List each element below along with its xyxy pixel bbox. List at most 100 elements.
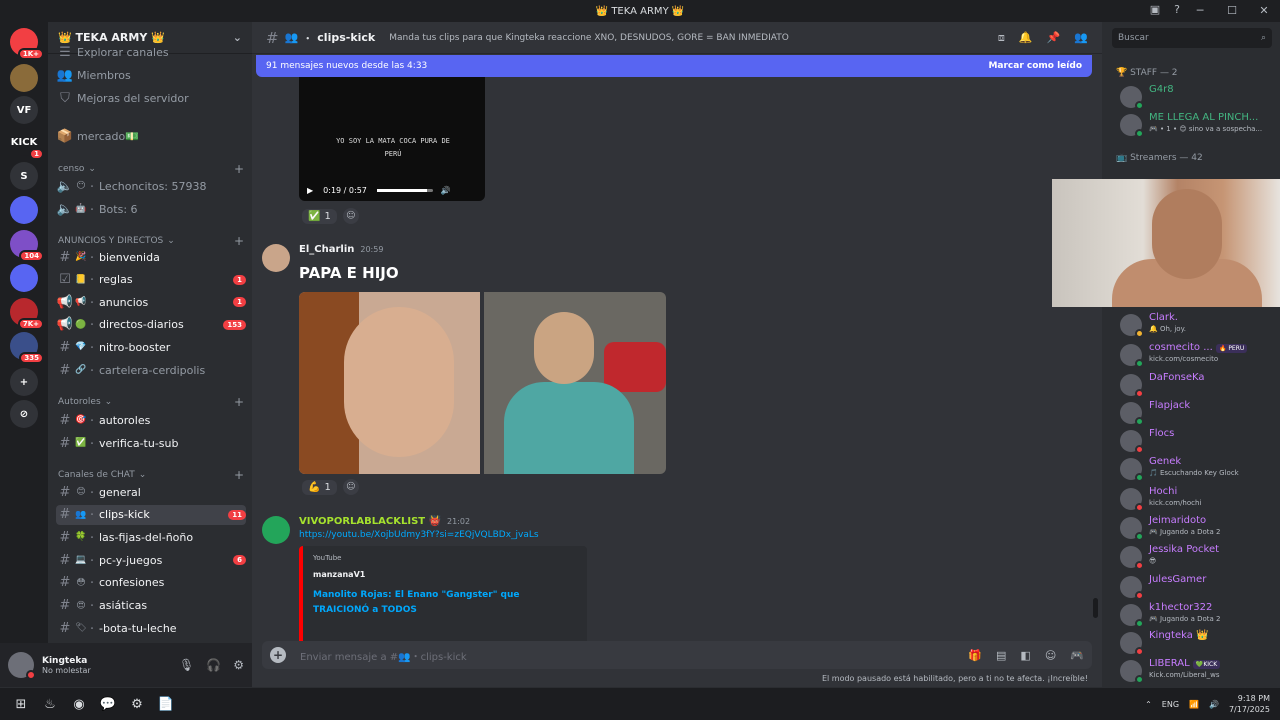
taskbar-app-icon[interactable]: ◉: [68, 693, 90, 715]
member-item[interactable]: DaFonseKa: [1120, 372, 1278, 400]
gear-icon[interactable]: ⚙: [233, 658, 244, 672]
add-channel-icon[interactable]: +: [234, 162, 244, 176]
member-item[interactable]: Hochi kick.com/hochi: [1120, 486, 1278, 514]
channel-item-verifica-tu-sub[interactable]: # ✅ ・ verifica-tu-sub: [56, 433, 246, 453]
category-header[interactable]: censo ⌄ +: [58, 162, 244, 176]
member-item[interactable]: Genek 🎵 Escuchando Key Glock: [1120, 456, 1278, 484]
taskbar-app-icon[interactable]: ♨: [39, 693, 61, 715]
close-button[interactable]: ✕: [1248, 0, 1280, 22]
add-reaction-icon[interactable]: ☺: [342, 479, 359, 495]
chevron-up-icon[interactable]: ⌃: [1145, 700, 1152, 709]
channel-item-bots-6[interactable]: 🔈 🤖 ・ Bots: 6: [56, 199, 246, 219]
member-item[interactable]: Jeimaridoto 🎮 Jugando a Dota 2: [1120, 515, 1278, 543]
message-author[interactable]: VIVOPORLABLACKLIST 👹 21:02: [299, 516, 470, 527]
gamepad-icon[interactable]: 🎮: [1070, 649, 1084, 662]
language-indicator[interactable]: ENG: [1162, 700, 1179, 709]
headphones-icon[interactable]: 🎧: [206, 658, 221, 672]
wifi-icon[interactable]: 📶: [1189, 700, 1199, 709]
server-icon[interactable]: 1K+: [10, 28, 44, 60]
server-icon[interactable]: [10, 64, 38, 92]
gift-icon[interactable]: 🎁: [968, 649, 982, 662]
member-item[interactable]: Kingteka 👑: [1120, 630, 1278, 658]
members-icon[interactable]: 👥: [1074, 31, 1088, 45]
channel-item-directos-diarios[interactable]: 📢 🟢 ・ directos-diarios 153: [56, 315, 246, 335]
channel-item-reglas[interactable]: ☑ 📒 ・ reglas 1: [56, 270, 246, 290]
add-channel-icon[interactable]: +: [234, 468, 244, 482]
mark-as-read-button[interactable]: Marcar como leído: [988, 61, 1082, 71]
channel-item-mejoras-del-servidor[interactable]: ⛉ Mejoras del servidor: [56, 88, 246, 108]
volume-icon[interactable]: 🔊: [441, 186, 451, 195]
taskbar-app-icon[interactable]: ⚙: [126, 693, 148, 715]
member-item[interactable]: Jessika Pocket 😎: [1120, 544, 1278, 572]
taskbar-app-icon[interactable]: 💬: [97, 693, 119, 715]
server-icon[interactable]: 335: [10, 332, 44, 364]
message-author[interactable]: El_Charlin 20:59: [299, 244, 383, 255]
avatar[interactable]: [262, 244, 290, 272]
server-icon[interactable]: KICK 1: [10, 128, 44, 160]
channel-item-las-fijas-del-o-o[interactable]: # 🍀 ・ las-fijas-del-ñoño: [56, 527, 246, 547]
server-icon[interactable]: [10, 264, 38, 292]
channel-topic[interactable]: Manda tus clips para que Kingteka reacci…: [389, 33, 789, 43]
channel-item-lechoncitos-57938[interactable]: 🔈 😶 ・ Lechoncitos: 57938: [56, 176, 246, 196]
server-icon[interactable]: VF: [10, 96, 38, 124]
attachment-image[interactable]: [299, 292, 480, 474]
embed-author[interactable]: manzanaV1: [313, 570, 577, 579]
category-header[interactable]: ANUNCIOS Y DIRECTOS ⌄ +: [58, 234, 244, 248]
microphone-icon[interactable]: 🎙: [179, 658, 194, 672]
sticker-icon[interactable]: ◧: [1020, 649, 1030, 662]
channel-item-explorar-canales[interactable]: ☰ Explorar canales: [56, 42, 246, 62]
channel-item-clips-kick[interactable]: # 👥 ・ clips-kick 11: [56, 504, 246, 525]
category-header[interactable]: Autoroles ⌄ +: [58, 395, 244, 409]
reaction-chip[interactable]: ✅ 1: [302, 208, 337, 224]
member-item[interactable]: G4r8: [1120, 84, 1278, 112]
channel-item-anuncios[interactable]: 📢 📢 ・ anuncios 1: [56, 292, 246, 312]
channel-item-autoroles[interactable]: # 🎯 ・ autoroles: [56, 410, 246, 430]
search-input[interactable]: Buscar ⌕: [1112, 28, 1272, 48]
server-icon[interactable]: [10, 196, 38, 224]
gif-icon[interactable]: ▤: [996, 649, 1006, 662]
taskbar-app-icon[interactable]: ⊞: [10, 693, 32, 715]
channel-item-nitro-booster[interactable]: # 💎 ・ nitro-booster: [56, 337, 246, 357]
video-player[interactable]: YO SOY LA MATA COCA PURA DE PERÚ ▶ 0:19 …: [299, 77, 485, 201]
server-icon[interactable]: ⊘: [10, 400, 38, 428]
add-reaction-icon[interactable]: ☺: [342, 208, 359, 224]
channel-item-cartelera-cerdipolis[interactable]: # 🔗 ・ cartelera-cerdipolis: [56, 360, 246, 380]
channel-item-confesiones[interactable]: # 😳 ・ confesiones: [56, 573, 246, 593]
member-item[interactable]: LIBERAL 💚KICK Kick.com/Liberal_ws: [1120, 658, 1278, 686]
pin-icon[interactable]: 📌: [1047, 31, 1061, 45]
server-icon[interactable]: 104: [10, 230, 44, 262]
message-link[interactable]: https://youtu.be/XojbUdmy3fY?si=zEQjVQLB…: [299, 530, 539, 540]
bell-icon[interactable]: 🔔: [1019, 31, 1033, 45]
video-progress-bar[interactable]: [376, 188, 433, 192]
help-icon[interactable]: ?: [1174, 3, 1180, 16]
reaction-chip[interactable]: 💪 1: [302, 479, 337, 495]
clock[interactable]: 9:18 PM 7/17/2025: [1229, 693, 1270, 715]
minimize-button[interactable]: ─: [1184, 0, 1216, 22]
volume-icon[interactable]: 🔊: [1209, 700, 1219, 709]
add-channel-icon[interactable]: +: [234, 395, 244, 409]
category-header[interactable]: Canales de CHAT ⌄ +: [58, 468, 244, 482]
member-item[interactable]: Flapjack: [1120, 400, 1278, 428]
taskbar-app-icon[interactable]: 📄: [155, 693, 177, 715]
member-item[interactable]: cosmecito ... 🔥 PERU kick.com/cosmecito: [1120, 342, 1278, 370]
member-item[interactable]: JulesGamer: [1120, 574, 1278, 602]
maximize-button[interactable]: ☐: [1216, 0, 1248, 22]
new-messages-bar[interactable]: 91 mensajes nuevos desde las 4:33 Marcar…: [256, 55, 1092, 77]
inbox-icon[interactable]: ▣: [1150, 3, 1160, 16]
message-input[interactable]: Enviar mensaje a #👥・clips-kick: [300, 648, 467, 663]
channel-item-bienvenida[interactable]: # 🎉 ・ bienvenida: [56, 247, 246, 267]
scrollbar[interactable]: [1093, 598, 1098, 618]
server-icon[interactable]: 7K+: [10, 298, 44, 330]
avatar[interactable]: [262, 516, 290, 544]
play-icon[interactable]: ▶: [307, 186, 313, 195]
channel-item-pc-y-juegos[interactable]: # 💻 ・ pc-y-juegos 6: [56, 550, 246, 570]
channel-item-miembros[interactable]: 👥 Miembros: [56, 65, 246, 85]
member-item[interactable]: Clark. 🔔 Oh, joy.: [1120, 312, 1278, 340]
embed-title[interactable]: Manolito Rojas: El Enano "Gangster" que …: [313, 588, 577, 618]
threads-icon[interactable]: ⧈: [998, 31, 1005, 45]
channel-item-mercado[interactable]: 📦 mercado💵: [56, 126, 246, 146]
emoji-icon[interactable]: ☺: [1045, 649, 1056, 662]
channel-item-general[interactable]: # 😊 ・ general: [56, 482, 246, 502]
channel-item-asi-ticas[interactable]: # 😍 ・ asiáticas: [56, 596, 246, 616]
channel-item-bota-tu-leche[interactable]: # 🏷 ・ -bota-tu-leche: [56, 618, 246, 638]
